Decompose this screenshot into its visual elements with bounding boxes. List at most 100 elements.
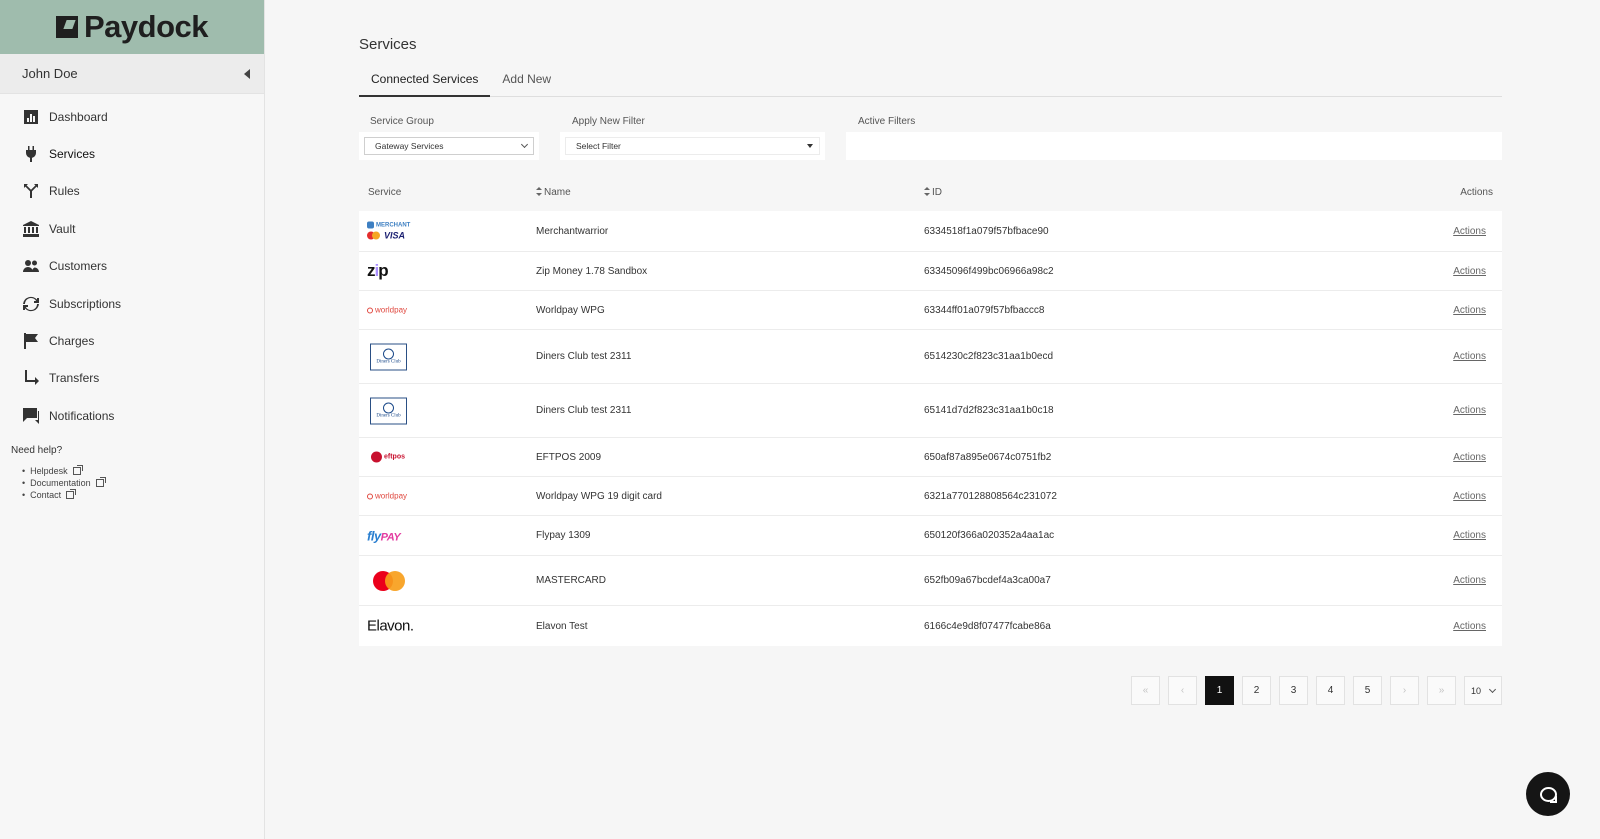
page-4-button[interactable]: 4 bbox=[1316, 676, 1345, 705]
service-name: Worldpay WPG 19 digit card bbox=[536, 490, 662, 502]
tab-connected-services[interactable]: Connected Services bbox=[359, 70, 491, 97]
user-menu[interactable]: John Doe bbox=[0, 54, 264, 94]
help-section: Need help? • Helpdesk • Documentation • Con… bbox=[0, 435, 264, 501]
service-id: 63345096f499bc06966a98c2 bbox=[924, 265, 1054, 277]
zip-logo: zip bbox=[367, 261, 389, 280]
service-name: MASTERCARD bbox=[536, 575, 607, 586]
first-page-button[interactable]: « bbox=[1131, 676, 1160, 705]
elavon-logo: Elavon. bbox=[367, 617, 414, 635]
service-id: 650af87a895e0674c0751fb2 bbox=[924, 451, 1052, 463]
brand-name: Paydock bbox=[83, 9, 209, 44]
brand-logo[interactable]: Paydock bbox=[0, 0, 264, 54]
worldpay-logo: worldpay bbox=[367, 306, 413, 315]
sort-icon bbox=[536, 187, 542, 196]
help-link-documentation[interactable]: • Documentation bbox=[22, 476, 253, 489]
service-name: Elavon Test bbox=[536, 620, 588, 632]
tab-add-new[interactable]: Add New bbox=[490, 70, 563, 97]
service-name: EFTPOS 2009 bbox=[536, 451, 602, 463]
table-row: worldpay Worldpay WPG 19 digit card 6321… bbox=[359, 477, 1502, 516]
header-name[interactable]: Name bbox=[536, 187, 571, 198]
diners-club-logo: Diners Club bbox=[367, 343, 413, 370]
paydock-logo-icon bbox=[55, 16, 78, 38]
table-row: worldpay Worldpay WPG 63344ff01a079f57bf… bbox=[359, 291, 1502, 330]
service-name: Merchantwarrior bbox=[536, 225, 609, 237]
sidebar-item-label: Rules bbox=[49, 184, 80, 199]
actions-link[interactable]: Actions bbox=[1453, 226, 1486, 237]
sidebar-item-label: Charges bbox=[49, 334, 95, 349]
actions-link[interactable]: Actions bbox=[1453, 530, 1486, 541]
service-id: 63344ff01a079f57bfbaccc8 bbox=[924, 304, 1045, 316]
actions-link[interactable]: Actions bbox=[1453, 266, 1486, 277]
table-row: MERCHANT VISA Merchantwarrior 6334518f1a… bbox=[359, 211, 1502, 252]
actions-link[interactable]: Actions bbox=[1453, 621, 1486, 632]
service-name: Worldpay WPG bbox=[536, 304, 605, 316]
sidebar-nav: Dashboard Services Rules Vault Customers… bbox=[0, 94, 264, 435]
service-name: Flypay 1309 bbox=[536, 530, 591, 541]
page-5-button[interactable]: 5 bbox=[1353, 676, 1382, 705]
sidebar-item-label: Services bbox=[49, 147, 96, 162]
chat-launcher-button[interactable] bbox=[1526, 772, 1570, 816]
actions-link[interactable]: Actions bbox=[1453, 491, 1486, 502]
sidebar-item-vault[interactable]: Vault bbox=[0, 210, 264, 247]
table-row: flyPAY Flypay 1309 650120f366a020352a4aa… bbox=[359, 516, 1502, 556]
filters: Service Group Gateway Services Apply New… bbox=[359, 116, 1502, 166]
diners-circle-icon bbox=[383, 348, 394, 360]
active-filters-label: Active Filters bbox=[858, 116, 916, 127]
sidebar-item-transfers[interactable]: Transfers bbox=[0, 360, 264, 397]
tabs: Connected Services Add New bbox=[359, 70, 1502, 97]
service-id: 652fb09a67bcdef4a3ca00a7 bbox=[924, 575, 1051, 586]
sidebar-item-rules[interactable]: Rules bbox=[0, 173, 264, 210]
header-actions: Actions bbox=[1460, 187, 1493, 198]
sidebar-item-subscriptions[interactable]: Subscriptions bbox=[0, 285, 264, 322]
actions-link[interactable]: Actions bbox=[1453, 452, 1486, 463]
sidebar-item-customers[interactable]: Customers bbox=[0, 248, 264, 285]
collapse-sidebar-icon[interactable] bbox=[244, 68, 250, 79]
diners-club-logo: Diners Club bbox=[367, 397, 413, 424]
page-3-button[interactable]: 3 bbox=[1279, 676, 1308, 705]
help-link-contact[interactable]: • Contact bbox=[22, 488, 253, 501]
actions-link[interactable]: Actions bbox=[1453, 305, 1486, 316]
globe-icon bbox=[367, 307, 373, 313]
services-table: MERCHANT VISA Merchantwarrior 6334518f1a… bbox=[359, 211, 1502, 646]
apply-filter-select[interactable]: Select Filter bbox=[565, 137, 820, 155]
caret-down-icon bbox=[807, 144, 813, 148]
external-link-icon bbox=[72, 464, 83, 475]
actions-link[interactable]: Actions bbox=[1453, 575, 1486, 586]
people-icon bbox=[23, 258, 39, 274]
sidebar-item-services[interactable]: Services bbox=[0, 135, 264, 172]
actions-link[interactable]: Actions bbox=[1453, 351, 1486, 362]
help-link-helpdesk[interactable]: • Helpdesk bbox=[22, 464, 253, 477]
table-row: Diners Club Diners Club test 2311 65141d… bbox=[359, 384, 1502, 438]
service-group-select[interactable]: Gateway Services bbox=[364, 137, 534, 155]
page-1-button[interactable]: 1 bbox=[1205, 676, 1234, 705]
last-page-button[interactable]: » bbox=[1427, 676, 1456, 705]
table-header: Service Name ID Actions bbox=[359, 183, 1502, 203]
service-group-label: Service Group bbox=[370, 116, 434, 127]
shield-icon bbox=[367, 221, 374, 229]
sidebar-item-label: Notifications bbox=[49, 408, 115, 423]
header-id[interactable]: ID bbox=[924, 187, 942, 198]
sidebar-item-dashboard[interactable]: Dashboard bbox=[0, 98, 264, 135]
chat-bubble-icon bbox=[1539, 786, 1557, 803]
sidebar-item-charges[interactable]: Charges bbox=[0, 322, 264, 359]
apply-filter-label: Apply New Filter bbox=[572, 116, 645, 127]
actions-link[interactable]: Actions bbox=[1453, 405, 1486, 416]
service-name: Zip Money 1.78 Sandbox bbox=[536, 265, 648, 277]
service-id: 6514230c2f823c31aa1b0ecd bbox=[924, 351, 1054, 362]
service-id: 65141d7d2f823c31aa1b0c18 bbox=[924, 405, 1054, 416]
service-name: Diners Club test 2311 bbox=[536, 405, 632, 416]
fork-icon bbox=[23, 183, 39, 199]
prev-page-button[interactable]: ‹ bbox=[1168, 676, 1197, 705]
sidebar-item-notifications[interactable]: Notifications bbox=[0, 397, 264, 434]
arrow-turn-icon bbox=[23, 370, 39, 386]
sidebar: Paydock John Doe Dashboard Services Rule… bbox=[0, 0, 265, 839]
page-2-button[interactable]: 2 bbox=[1242, 676, 1271, 705]
page-size-select[interactable]: 10 bbox=[1464, 676, 1502, 705]
next-page-button[interactable]: › bbox=[1390, 676, 1419, 705]
chat-icon bbox=[23, 407, 39, 424]
table-row: zip Zip Money 1.78 Sandbox 63345096f499b… bbox=[359, 252, 1502, 291]
table-row: eftpos EFTPOS 2009 650af87a895e0674c0751… bbox=[359, 438, 1502, 477]
pagination: « ‹ 1 2 3 4 5 › » 10 bbox=[1131, 676, 1502, 705]
service-name: Diners Club test 2311 bbox=[536, 351, 632, 362]
table-row: MASTERCARD 652fb09a67bcdef4a3ca00a7 Acti… bbox=[359, 556, 1502, 606]
